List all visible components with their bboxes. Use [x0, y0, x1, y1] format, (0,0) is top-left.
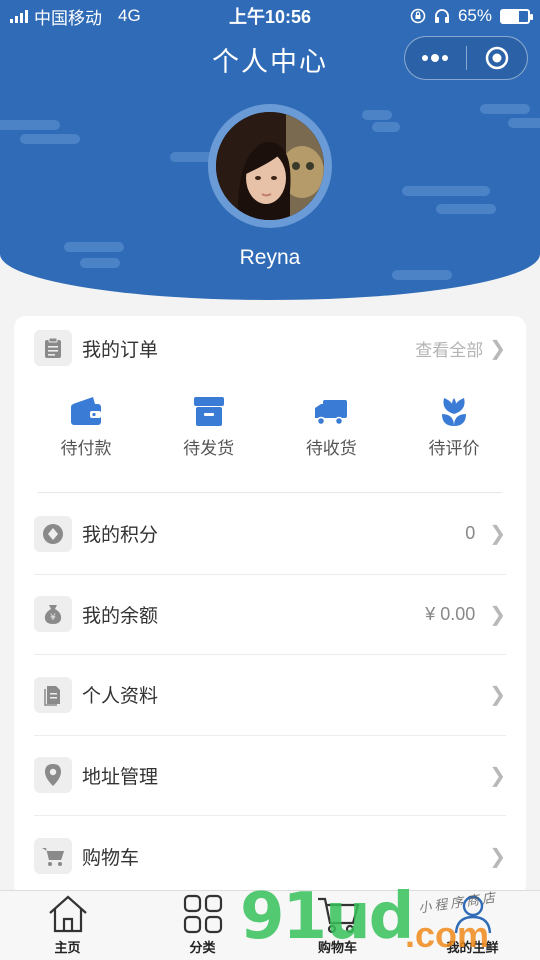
tab-label: 主页 [54, 940, 81, 955]
chevron-right-icon: ❯ [489, 603, 506, 626]
menu-row-label: 我的余额 [82, 605, 159, 627]
order-status-pending-payment[interactable]: 待付款 [36, 394, 136, 484]
chevron-right-icon: ❯ [489, 845, 506, 868]
order-status-pending-shipment[interactable]: 待发货 [159, 394, 259, 484]
close-miniprogram-button[interactable] [467, 37, 528, 79]
rotation-lock-icon [410, 8, 426, 24]
menu-row-address[interactable]: 地址管理 ❯ [34, 736, 506, 816]
battery-percent: 65% [457, 6, 492, 25]
cloud-decoration [362, 110, 392, 120]
cloud-decoration [480, 104, 530, 114]
tab-label: 我的生鲜 [446, 940, 499, 955]
tab-cart[interactable]: 购物车 [270, 891, 405, 960]
cloud-decoration [372, 122, 400, 132]
my-orders-row[interactable]: 我的订单 查看全部 ❯ [34, 330, 506, 366]
chevron-right-icon: ❯ [489, 337, 506, 360]
tab-mine[interactable]: 我的生鲜 [405, 891, 540, 960]
more-dots-icon [422, 54, 449, 62]
avatar [216, 112, 324, 220]
chevron-right-icon: ❯ [489, 684, 506, 707]
wallet-icon [71, 397, 101, 425]
avatar-frame[interactable] [208, 104, 332, 228]
points-icon [43, 523, 63, 544]
cart-icon [42, 848, 64, 867]
location-pin-icon [45, 764, 61, 787]
cloud-decoration [508, 118, 540, 128]
order-status-label: 待发货 [183, 439, 235, 458]
order-status-pending-receipt[interactable]: 待收货 [281, 394, 381, 484]
menu-row-label: 个人资料 [82, 686, 159, 708]
tab-home[interactable]: 主页 [0, 891, 135, 960]
menu-row-profile[interactable]: 个人资料 ❯ [34, 655, 506, 736]
money-bag-icon: ¥ [44, 605, 62, 625]
more-button[interactable] [405, 37, 466, 79]
orders-icon-box [34, 330, 72, 366]
grid-icon [183, 894, 222, 934]
status-bar: 中国移动 4G 上午10:56 65% [0, 0, 540, 32]
miniprogram-capsule [404, 36, 528, 80]
menu-icon-box [34, 515, 72, 552]
user-icon [454, 895, 491, 934]
cloud-decoration [20, 134, 80, 144]
order-status-pending-review[interactable]: 待评价 [404, 394, 504, 484]
flower-icon [441, 398, 466, 426]
carrier-name: 中国移动 [34, 8, 102, 28]
tab-label: 分类 [189, 940, 216, 955]
chevron-right-icon: ❯ [489, 764, 506, 787]
cart-icon [317, 897, 359, 934]
signal-icon [10, 9, 28, 23]
order-status-list: 待付款 待发货 待收货 待评价 [36, 394, 504, 484]
menu-row-points[interactable]: 我的积分 0 ❯ [34, 494, 506, 575]
profile-doc-icon [44, 685, 60, 706]
menu-row-balance[interactable]: ¥ 我的余额 ¥ 0.00 ❯ [34, 575, 506, 655]
menu-list: 我的积分 0 ❯ ¥ 我的余额 ¥ 0.00 ❯ 个人资料 ❯ 地址管理 ❯ 购… [34, 494, 506, 897]
chevron-right-icon: ❯ [489, 523, 506, 546]
tab-category[interactable]: 分类 [135, 891, 270, 960]
menu-icon-box [34, 838, 72, 875]
menu-row-label: 地址管理 [82, 766, 159, 788]
network-type: 4G [118, 6, 141, 25]
menu-row-cart[interactable]: 购物车 ❯ [34, 816, 506, 897]
points-value: 0 [465, 523, 476, 544]
headphones-icon [434, 9, 449, 23]
package-icon [193, 397, 224, 426]
tab-label: 购物车 [317, 940, 357, 955]
order-status-label: 待评价 [428, 439, 480, 458]
profile-header: 个人中心 Reyna [0, 0, 540, 300]
divider [38, 492, 502, 493]
menu-icon-box: ¥ [34, 596, 72, 633]
battery-icon [500, 8, 533, 24]
battery-level [502, 10, 519, 22]
cloud-decoration [392, 270, 452, 280]
menu-icon-box [34, 676, 72, 713]
balance-value: ¥ 0.00 [425, 603, 476, 624]
menu-row-label: 我的积分 [82, 525, 159, 547]
clipboard-icon [45, 337, 61, 358]
order-status-label: 待付款 [60, 439, 112, 458]
cloud-decoration [0, 120, 60, 130]
menu-row-label: 购物车 [82, 847, 140, 869]
home-icon [48, 895, 87, 933]
view-all-label: 查看全部 [415, 340, 484, 360]
cloud-decoration [436, 204, 496, 214]
profile-card: 我的订单 查看全部 ❯ 待付款 待发货 待收货 待评价 我的积分 0 ❯ ¥ 我… [14, 316, 526, 896]
bottom-tabbar: 主页 分类 购物车 我的生鲜 [0, 890, 540, 960]
orders-title: 我的订单 [82, 339, 159, 361]
order-status-label: 待收货 [305, 439, 357, 458]
view-all-orders-link[interactable]: 查看全部 ❯ [415, 336, 506, 361]
cloud-decoration [402, 186, 490, 196]
avatar-photo [216, 112, 324, 220]
clock: 上午10:56 [228, 7, 312, 27]
target-circle-icon [485, 46, 508, 70]
svg-text:¥: ¥ [50, 613, 56, 623]
username: Reyna [239, 246, 301, 269]
truck-icon [315, 400, 348, 426]
menu-icon-box [34, 757, 72, 794]
